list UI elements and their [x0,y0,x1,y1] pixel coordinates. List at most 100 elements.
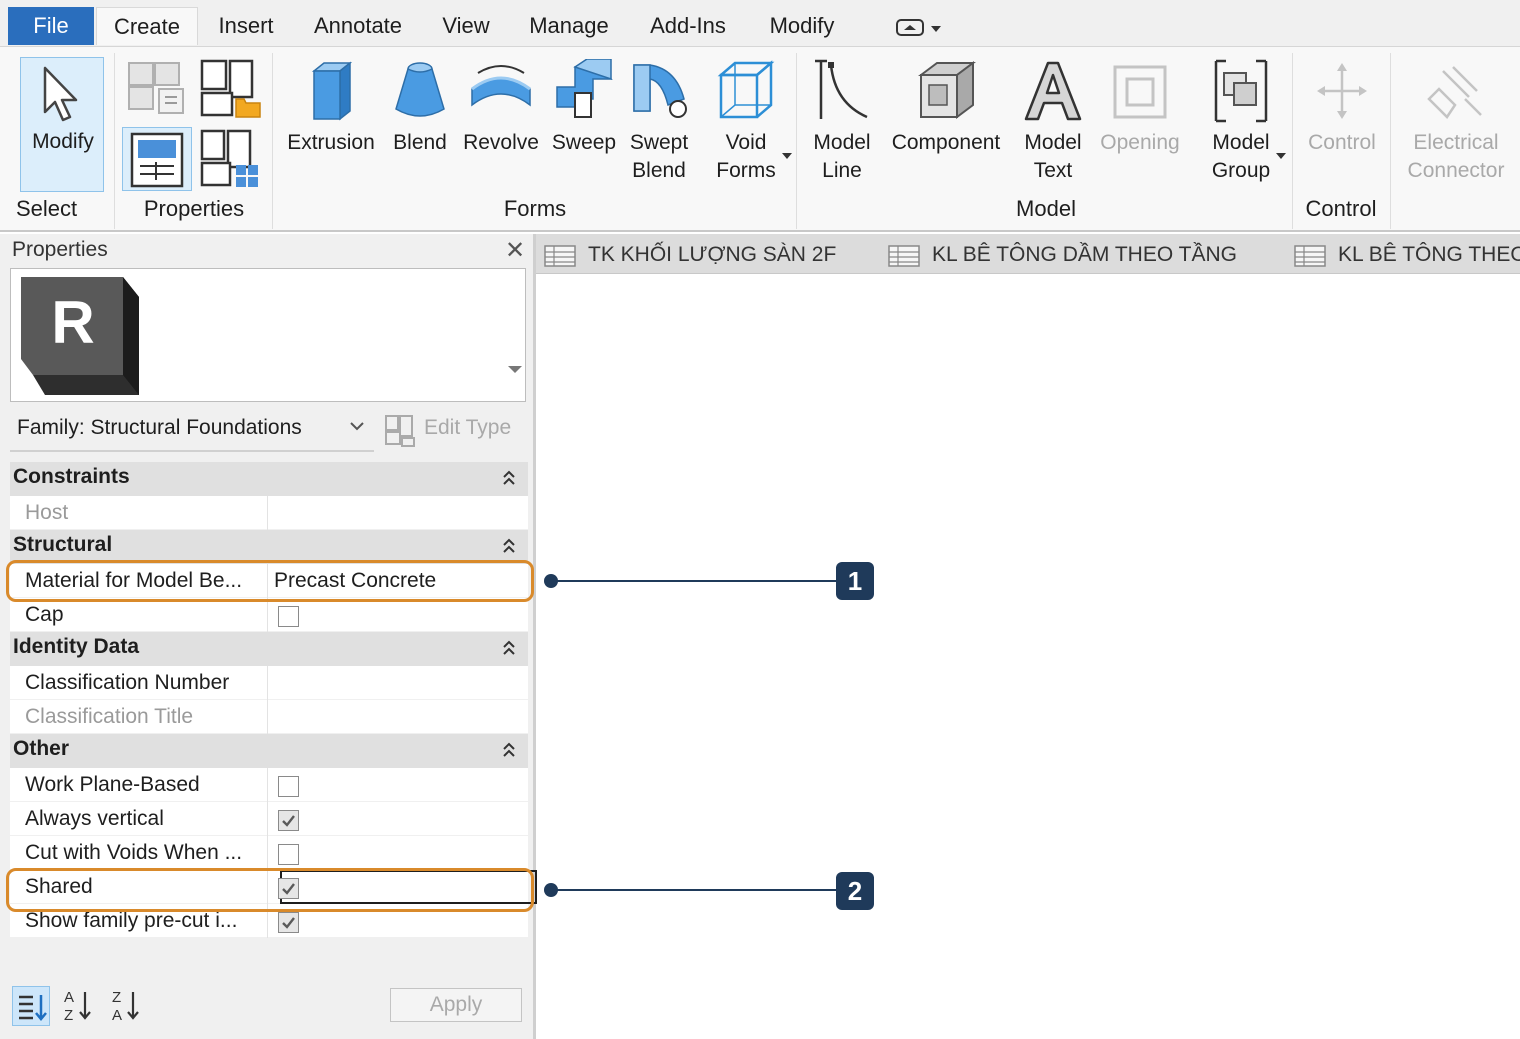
param-name: Cap [10,598,268,632]
model-line-label-2: Line [822,159,862,182]
family-types-icon [200,59,261,118]
param-name: Host [10,496,268,530]
chevron-down-icon [508,366,522,373]
param-row-always-vertical[interactable]: Always vertical [10,802,528,836]
sort-descending-button[interactable]: Z A [108,986,146,1026]
menu-create[interactable]: Create [96,7,198,45]
family-types-button[interactable] [198,57,264,118]
svg-text:Z: Z [112,989,121,1006]
param-row-classification-title[interactable]: Classification Title [10,700,528,734]
group-other[interactable]: Other [10,734,528,768]
svg-text:Z: Z [64,1007,73,1024]
edit-type-label: Edit Type [424,416,512,439]
model-line-button[interactable]: Model Line [806,59,878,185]
preview-letter: R [51,289,94,356]
opening-icon [1113,65,1167,119]
void-forms-button[interactable]: Void Forms [706,59,792,185]
view-tab[interactable]: TK KHỐI LƯỢNG SÀN 2F [536,234,880,274]
menu-insert[interactable]: Insert [204,7,288,45]
param-row-work-plane-based[interactable]: Work Plane-Based [10,768,528,802]
menu-manage[interactable]: Manage [514,7,624,45]
extrusion-button[interactable]: Extrusion [282,59,380,157]
component-icon [918,61,976,119]
control-arrows-icon [1317,63,1367,119]
view-tab-label: KL BÊ TÔNG THEO [1338,243,1520,266]
param-name: Classification Title [10,700,268,734]
menu-modify[interactable]: Modify [752,7,852,45]
type-preview[interactable]: R [10,268,526,402]
properties-button[interactable] [122,127,192,191]
view-tab-label: KL BÊ TÔNG DẦM THEO TẦNG [932,243,1237,266]
void-forms-icon [717,60,775,119]
work-plane-based-checkbox[interactable] [278,776,299,797]
blend-button[interactable]: Blend [386,59,454,157]
component-button[interactable]: Component [884,59,1008,157]
control-button[interactable]: Control [1300,59,1384,157]
swept-blend-label-2: Blend [632,159,686,182]
properties-panel-label: Properties [143,196,245,221]
menu-view[interactable]: View [428,7,504,45]
group-identity-data[interactable]: Identity Data [10,632,528,666]
opening-button[interactable]: Opening [1094,59,1186,157]
sweep-label: Sweep [551,131,617,154]
highlight-shared [6,868,534,912]
cap-checkbox[interactable] [278,606,299,627]
callout-leader [554,889,838,891]
type-properties-button[interactable] [198,127,264,191]
always-vertical-checkbox[interactable] [278,810,299,831]
sort-by-group-button[interactable] [12,986,50,1026]
param-row-classification-number[interactable]: Classification Number [10,666,528,700]
param-value[interactable] [269,666,528,700]
apply-button[interactable]: Apply [390,988,522,1022]
cut-with-voids-checkbox[interactable] [278,844,299,865]
param-row-host[interactable]: Host [10,496,528,530]
edit-type-button[interactable]: Edit Type [382,410,528,450]
model-text-button[interactable]: Model Text [1016,59,1090,185]
type-properties-icon [200,129,258,187]
swept-blend-button[interactable]: Swept Blend [624,59,694,185]
properties-grid: Constraints Host Structural Material for… [10,462,537,938]
view-tab[interactable]: KL BÊ TÔNG DẦM THEO TẦNG [880,234,1284,274]
forms-panel-label: Forms [503,196,567,221]
revolve-button[interactable]: Revolve [460,59,542,157]
view-tab[interactable]: KL BÊ TÔNG THEO [1286,234,1520,274]
opening-label: Opening [1100,131,1180,154]
electrical-connector-label-1: Electrical [1413,131,1499,154]
modify-button[interactable]: Modify [20,57,104,192]
schedule-icon [888,245,920,267]
collapse-icon [503,742,515,757]
close-icon[interactable]: ✕ [505,236,525,265]
show-precut-checkbox[interactable] [278,912,299,933]
schedule-icon [1294,245,1326,267]
chevron-down-icon [782,153,792,159]
param-name: Always vertical [10,802,268,836]
sweep-button[interactable]: Sweep [548,59,620,157]
model-panel-label: Model [1016,196,1076,221]
family-selector[interactable]: Family: Structural Foundations [10,410,374,452]
callout-badge-2: 2 [836,872,874,910]
menu-annotate[interactable]: Annotate [298,7,418,45]
ribbon-display-toggle-icon[interactable] [895,16,945,40]
sort-ascending-button[interactable]: A Z [60,986,98,1026]
separator [272,53,273,229]
menu-add-ins[interactable]: Add-Ins [634,7,742,45]
group-constraints[interactable]: Constraints [10,462,528,496]
group-structural[interactable]: Structural [10,530,528,564]
model-text-icon [1024,61,1082,121]
electrical-connector-icon [1427,66,1482,119]
revit-logo-icon: R [21,277,139,395]
model-group-button[interactable]: Model Group [1202,59,1286,185]
electrical-connector-button[interactable]: Electrical Connector [1398,59,1514,185]
sort-descending-icon: Z A [112,989,139,1024]
ribbon: Modify Select Properties Extrusion Blend… [0,46,1520,242]
param-row-cut-with-voids[interactable]: Cut with Voids When ... [10,836,528,870]
extrusion-label: Extrusion [287,131,375,154]
param-value [269,496,528,530]
menu-file[interactable]: File [8,7,94,45]
extrusion-icon [311,61,353,121]
param-row-cap[interactable]: Cap [10,598,528,632]
control-label: Control [1308,131,1376,154]
edit-type-icon [385,415,415,447]
family-category-button[interactable] [124,59,188,114]
properties-title: Properties [12,238,108,261]
